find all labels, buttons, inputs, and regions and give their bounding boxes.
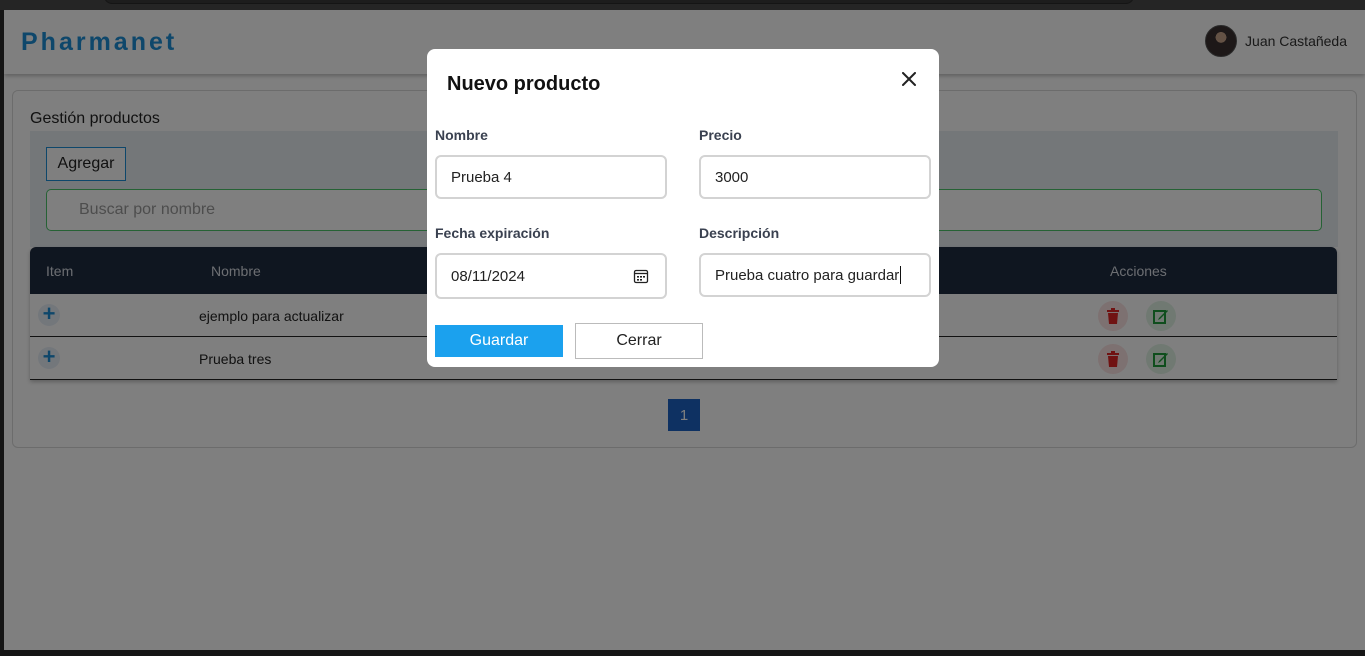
fecha-value: 08/11/2024 xyxy=(451,267,525,285)
precio-field[interactable]: 3000 xyxy=(699,155,931,199)
modal-title: Nuevo producto xyxy=(447,73,601,95)
descripcion-field[interactable]: Prueba cuatro para guardar xyxy=(699,253,931,297)
fecha-field[interactable]: 08/11/2024 xyxy=(435,253,667,299)
nombre-field[interactable]: Prueba 4 xyxy=(435,155,667,199)
close-button[interactable] xyxy=(899,69,919,89)
precio-label: Precio xyxy=(699,127,742,143)
calendar-icon[interactable] xyxy=(633,268,649,284)
nombre-label: Nombre xyxy=(435,127,488,143)
text-caret xyxy=(900,266,902,284)
close-icon xyxy=(902,72,916,86)
new-product-dialog: Nuevo producto Nombre Prueba 4 Precio 30… xyxy=(427,49,939,367)
precio-value: 3000 xyxy=(715,168,749,186)
fecha-label: Fecha expiración xyxy=(435,225,550,241)
cancel-button[interactable]: Cerrar xyxy=(575,323,703,359)
save-button[interactable]: Guardar xyxy=(435,325,563,357)
descripcion-value: Prueba cuatro para guardar xyxy=(715,266,900,284)
nombre-value: Prueba 4 xyxy=(451,168,512,186)
descripcion-label: Descripción xyxy=(699,225,780,241)
